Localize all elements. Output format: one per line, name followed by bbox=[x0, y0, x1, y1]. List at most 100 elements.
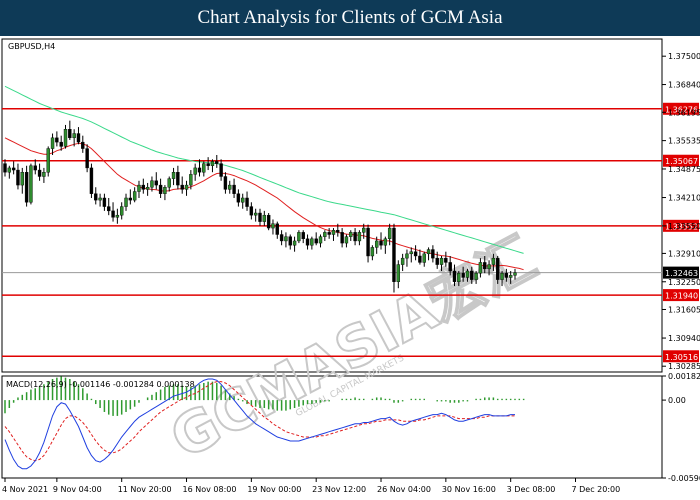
price-tick-label: 1.30940 bbox=[668, 334, 700, 343]
candle-body bbox=[228, 184, 232, 190]
candle-body bbox=[94, 193, 98, 201]
candle-body bbox=[232, 184, 236, 194]
candle-body bbox=[89, 167, 94, 194]
candle-body bbox=[215, 161, 219, 164]
price-tick-label: 1.36195 bbox=[668, 108, 700, 117]
time-tick-label: 7 Dec 20:00 bbox=[572, 485, 621, 494]
candle-body bbox=[349, 232, 353, 237]
candle-body bbox=[374, 240, 379, 248]
candle-body bbox=[7, 167, 12, 173]
price-pane bbox=[1, 38, 663, 479]
time-tick-label: 26 Nov 04:00 bbox=[377, 485, 431, 494]
chart-title-banner: Chart Analysis for Clients of GCM Asia bbox=[0, 0, 700, 36]
candle-body bbox=[137, 184, 141, 192]
candle-body bbox=[150, 180, 154, 188]
candle-body bbox=[383, 238, 388, 246]
candle-body bbox=[266, 214, 271, 229]
candle-body bbox=[253, 212, 258, 216]
price-chart[interactable]: GCMASIA宏汇 GLOBAL CAPITAL MARKETS 1.36276… bbox=[0, 36, 700, 500]
price-tick-label: 1.31605 bbox=[668, 305, 700, 314]
candle-body bbox=[487, 264, 491, 270]
candle-body bbox=[72, 133, 76, 139]
candle-body bbox=[305, 238, 310, 246]
candle-body bbox=[245, 197, 249, 207]
candle-body bbox=[16, 169, 20, 186]
candle-body bbox=[439, 257, 444, 265]
candle-body bbox=[163, 187, 167, 194]
candle-body bbox=[405, 253, 409, 259]
price-tick-label: 1.34210 bbox=[668, 194, 700, 203]
candle-body bbox=[292, 240, 297, 246]
price-tick-label: 1.32250 bbox=[668, 278, 700, 287]
candle-body bbox=[271, 223, 275, 229]
candle-body bbox=[197, 167, 202, 173]
candle-body bbox=[331, 230, 336, 235]
candle-body bbox=[128, 197, 133, 201]
candle-body bbox=[496, 257, 500, 280]
candle-body bbox=[206, 163, 210, 166]
candle-body bbox=[336, 230, 340, 233]
candle-body bbox=[223, 176, 228, 190]
candle-body bbox=[314, 238, 318, 244]
candle-body bbox=[474, 272, 478, 280]
candle-body bbox=[37, 169, 42, 177]
chart-title: Chart Analysis for Clients of GCM Asia bbox=[197, 7, 503, 28]
macd-tick-label: 0.00 bbox=[668, 396, 686, 405]
candle-body bbox=[154, 180, 158, 186]
candle-body bbox=[327, 232, 331, 235]
candle-body bbox=[171, 171, 176, 179]
candle-body bbox=[29, 165, 33, 203]
candle-body bbox=[396, 264, 401, 282]
candle-body bbox=[180, 184, 184, 190]
candle-body bbox=[124, 197, 128, 207]
candle-body bbox=[98, 197, 102, 201]
candle-body bbox=[279, 234, 284, 242]
candle-body bbox=[508, 275, 513, 278]
candle-body bbox=[409, 251, 413, 255]
time-tick-label: 23 Nov 12:00 bbox=[312, 485, 366, 494]
time-tick-label: 4 Nov 2021 bbox=[2, 485, 48, 494]
candle-body bbox=[184, 184, 189, 190]
candle-body bbox=[167, 178, 171, 188]
candle-body bbox=[500, 272, 504, 280]
time-tick-label: 19 Nov 00:00 bbox=[247, 485, 301, 494]
macd-label: MACD(12,26,9) -0.001146 -0.001284 0.0001… bbox=[6, 380, 195, 389]
candle-body bbox=[119, 206, 124, 216]
candle-body bbox=[219, 163, 223, 177]
time-tick-label: 16 Nov 08:00 bbox=[183, 485, 237, 494]
candle-body bbox=[448, 262, 452, 272]
time-tick-label: 30 Nov 16:00 bbox=[442, 485, 496, 494]
candle-body bbox=[249, 206, 254, 216]
candle-body bbox=[418, 255, 422, 263]
price-tick-label: 1.34875 bbox=[668, 165, 700, 174]
candle-body bbox=[236, 193, 241, 203]
candle-body bbox=[258, 212, 262, 222]
candle-body bbox=[422, 253, 426, 263]
price-pane-frame bbox=[1, 38, 663, 373]
candle-body bbox=[158, 184, 163, 194]
price-tick-label: 1.32910 bbox=[668, 249, 700, 258]
candle-body bbox=[284, 236, 288, 242]
candle-body bbox=[262, 214, 267, 222]
candle-body bbox=[189, 174, 193, 186]
macd-tick-label: 0.001828 bbox=[668, 372, 700, 381]
candle-body bbox=[353, 232, 357, 242]
candle-body bbox=[301, 232, 305, 240]
candle-body bbox=[470, 270, 474, 280]
candle-body bbox=[111, 210, 115, 218]
candle-body bbox=[392, 227, 396, 282]
candle-body bbox=[444, 257, 448, 263]
candle-body bbox=[24, 171, 29, 203]
candle-body bbox=[55, 137, 59, 143]
candle-body bbox=[452, 270, 457, 282]
candle-body bbox=[202, 163, 206, 173]
candle-body bbox=[63, 129, 68, 147]
candle-body bbox=[478, 262, 483, 274]
candle-body bbox=[145, 187, 150, 190]
price-tick-label: 1.33550 bbox=[668, 222, 700, 231]
candle-body bbox=[241, 197, 245, 203]
candle-body bbox=[85, 148, 89, 169]
candle-body bbox=[76, 133, 81, 143]
current-price-label: 1.32463 bbox=[665, 269, 698, 278]
candle-body bbox=[357, 232, 362, 242]
